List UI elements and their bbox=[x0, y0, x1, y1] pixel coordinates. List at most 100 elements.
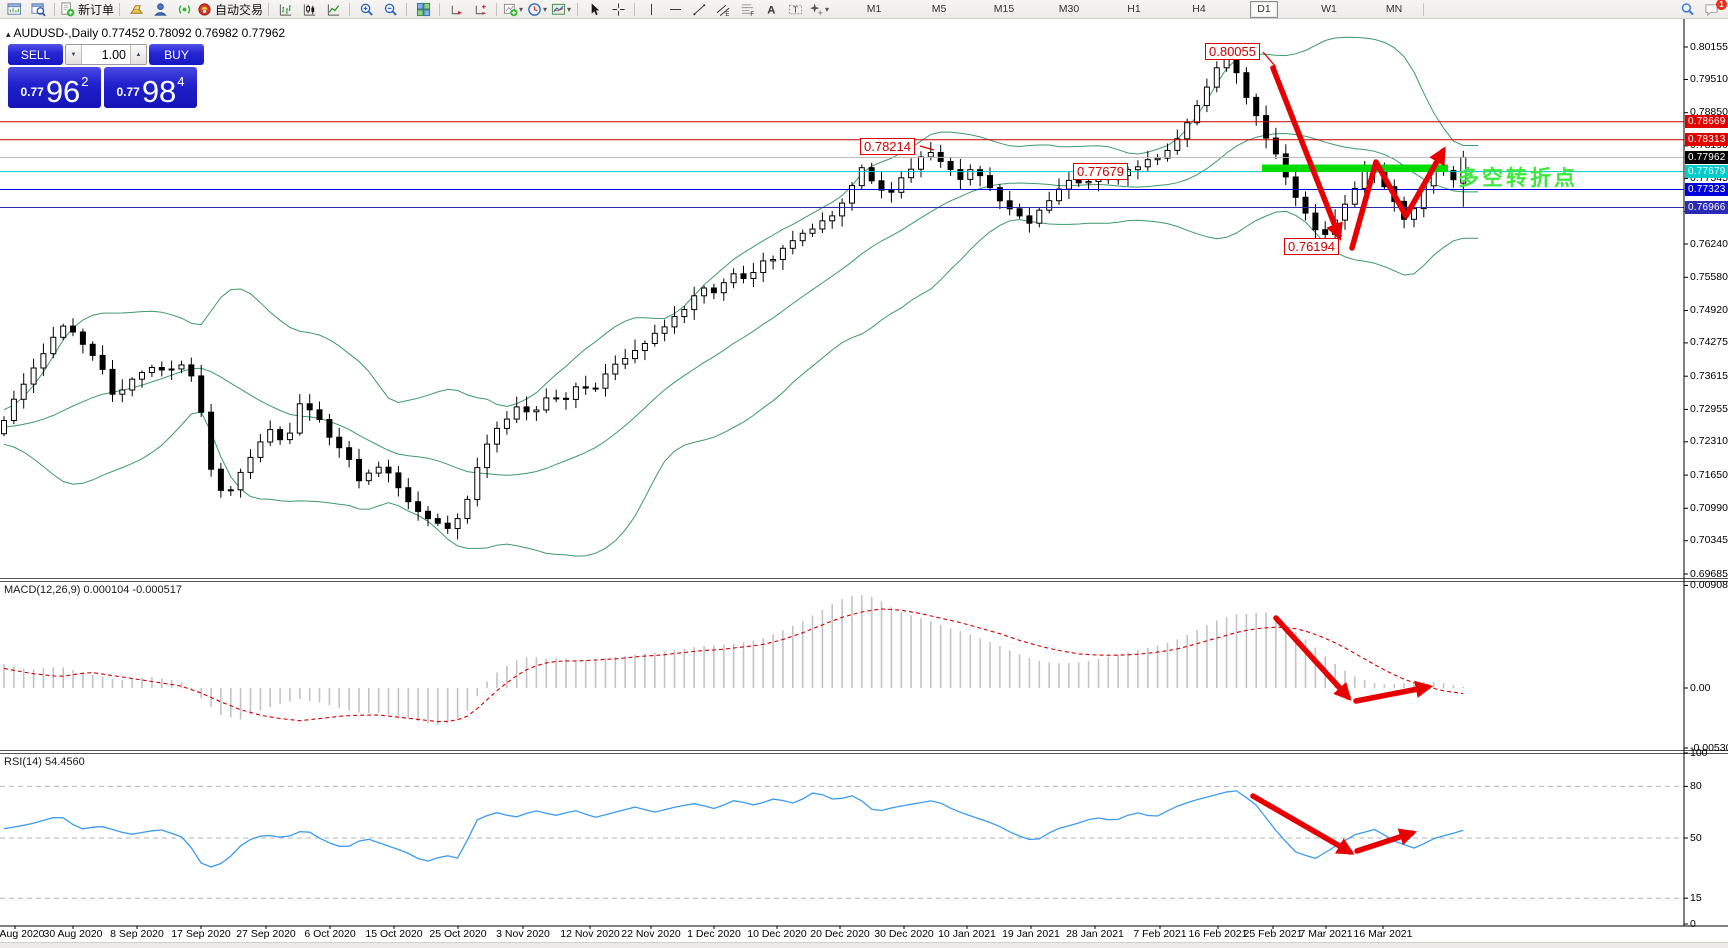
toolbar-separator bbox=[406, 3, 407, 16]
new-order-icon[interactable]: 新订单 bbox=[59, 1, 115, 17]
zoom-in-icon[interactable] bbox=[354, 1, 378, 17]
sell-price-tile[interactable]: 0.77962 bbox=[8, 67, 101, 108]
timeframe-W1[interactable]: W1 bbox=[1315, 1, 1343, 18]
axis-tick-label: 0.009081 bbox=[1690, 579, 1728, 591]
volume-input[interactable]: 1.00 bbox=[82, 45, 130, 64]
volume-decrease-button[interactable]: ▼ bbox=[66, 45, 82, 64]
signal-icon[interactable] bbox=[172, 1, 196, 17]
axis-tick-label: 0.74275 bbox=[1690, 336, 1728, 348]
date-label: 10 Jan 2021 bbox=[938, 928, 996, 940]
trend-arrow bbox=[1253, 796, 1350, 852]
cursor-icon[interactable] bbox=[582, 1, 606, 17]
axis-tick-label: 0.74920 bbox=[1690, 304, 1728, 316]
collapse-icon[interactable]: ▴ bbox=[6, 29, 11, 39]
toolbar-separator bbox=[349, 3, 350, 16]
toolbar-separator bbox=[577, 3, 578, 16]
toolbar-separator bbox=[634, 3, 635, 16]
date-label: 20 Dec 2020 bbox=[810, 928, 870, 940]
chevron-down-icon: ▾ bbox=[543, 5, 547, 14]
tile-windows-icon[interactable] bbox=[411, 1, 435, 17]
chart-annotation[interactable]: 多空转折点 bbox=[1458, 162, 1578, 192]
axis-tick-label: 0.71650 bbox=[1690, 469, 1728, 481]
timeframe-MN[interactable]: MN bbox=[1380, 1, 1408, 18]
toolbar-button-label: 新订单 bbox=[78, 1, 114, 18]
axis-tick-label: 50 bbox=[1690, 832, 1702, 844]
date-label: 17 Sep 2020 bbox=[171, 928, 231, 940]
axis-tick-label: 0.72955 bbox=[1690, 403, 1728, 415]
timeframe-H4[interactable]: H4 bbox=[1185, 1, 1213, 18]
buy-button[interactable]: BUY bbox=[149, 44, 204, 65]
date-label: 16 Feb 2021 bbox=[1189, 928, 1248, 940]
buy-price-tile[interactable]: 0.77984 bbox=[104, 67, 197, 108]
axis-tick-label: 0 bbox=[1690, 918, 1696, 930]
volume-stepper: ▼ 1.00 ▲ bbox=[65, 44, 147, 65]
gold-icon[interactable] bbox=[124, 1, 148, 17]
zoom-out-icon[interactable] bbox=[378, 1, 402, 17]
price-level-badge: 0.78669 bbox=[1685, 115, 1728, 128]
template-icon[interactable]: ▾ bbox=[549, 1, 573, 17]
shapes-icon[interactable]: ▾ bbox=[807, 1, 831, 17]
text-label-icon[interactable]: T bbox=[783, 1, 807, 17]
timeframe-bar: M1 M5 M15 M30 H1 H4 D1 W1 MN bbox=[860, 1, 1428, 17]
bollinger-band bbox=[4, 37, 1478, 409]
svg-text:T: T bbox=[792, 4, 797, 14]
chevron-down-icon: ▾ bbox=[519, 5, 523, 14]
rsi-line bbox=[4, 791, 1463, 867]
one-click-trading-panel: SELL ▼ 1.00 ▲ BUY 0.77962 0.77984 bbox=[8, 44, 204, 108]
price-callout[interactable]: 0.77679 bbox=[1073, 163, 1128, 180]
profile-icon[interactable] bbox=[148, 1, 172, 17]
buy-price-big: 98 bbox=[142, 78, 176, 105]
crosshair-icon[interactable] bbox=[606, 1, 630, 17]
date-label: 27 Sep 2020 bbox=[236, 928, 296, 940]
sell-button[interactable]: SELL bbox=[8, 44, 63, 65]
timeframe-M1[interactable]: M1 bbox=[860, 1, 888, 18]
line-chart-icon[interactable] bbox=[321, 1, 345, 17]
search-icon[interactable] bbox=[1675, 1, 1699, 17]
date-label: 12 Nov 2020 bbox=[560, 928, 620, 940]
axis-tick-label: 80 bbox=[1690, 780, 1702, 792]
date-label: 7 Mar 2021 bbox=[1299, 928, 1352, 940]
chart-shift-icon[interactable] bbox=[468, 1, 492, 17]
candle-chart-icon[interactable] bbox=[297, 1, 321, 17]
price-callout[interactable]: 0.80055 bbox=[1205, 43, 1260, 60]
price-callout[interactable]: 0.76194 bbox=[1284, 238, 1339, 255]
bar-chart-icon[interactable] bbox=[273, 1, 297, 17]
date-label: 6 Oct 2020 bbox=[304, 928, 355, 940]
timeframe-M15[interactable]: M15 bbox=[990, 1, 1018, 18]
fibonacci-icon[interactable]: F bbox=[735, 1, 759, 17]
timeframe-M5[interactable]: M5 bbox=[925, 1, 953, 18]
window-edge bbox=[0, 942, 1728, 948]
toolbar-button-label: 自动交易 bbox=[215, 1, 263, 18]
auto-arrange-icon[interactable] bbox=[444, 1, 468, 17]
timeframe-D1[interactable]: D1 bbox=[1250, 1, 1278, 18]
date-label: 1 Dec 2020 bbox=[687, 928, 741, 940]
axis-tick-label: 100 bbox=[1690, 747, 1708, 759]
text-icon[interactable]: A bbox=[759, 1, 783, 17]
toolbar-separator bbox=[268, 3, 269, 16]
horizontal-line-icon[interactable] bbox=[663, 1, 687, 17]
vertical-line-icon[interactable] bbox=[639, 1, 663, 17]
chat-icon[interactable]: 1 bbox=[1699, 1, 1723, 17]
channel-icon[interactable]: E bbox=[711, 1, 735, 17]
timeframe-H1[interactable]: H1 bbox=[1120, 1, 1148, 18]
date-label: 19 Jan 2021 bbox=[1002, 928, 1060, 940]
axis-tick-label: 0.00 bbox=[1690, 682, 1710, 694]
buy-price-small: 0.77 bbox=[116, 85, 139, 99]
trendline-icon[interactable] bbox=[687, 1, 711, 17]
date-label: 30 Aug 2020 bbox=[44, 928, 103, 940]
add-indicator-icon[interactable]: ▾ bbox=[501, 1, 525, 17]
price-callout[interactable]: 0.78214 bbox=[860, 138, 915, 155]
volume-increase-button[interactable]: ▲ bbox=[130, 45, 146, 64]
date-label: 16 Mar 2021 bbox=[1354, 928, 1413, 940]
notification-badge: 1 bbox=[1716, 0, 1727, 10]
bollinger-band bbox=[4, 211, 1478, 556]
autotrading-icon[interactable]: 自动交易 bbox=[196, 1, 264, 17]
axis-tick-label: 0.76240 bbox=[1690, 238, 1728, 250]
timeframe-M30[interactable]: M30 bbox=[1055, 1, 1083, 18]
axis-tick-label: 0.80155 bbox=[1690, 41, 1728, 53]
trend-arrow bbox=[1356, 687, 1428, 701]
chart-search-icon[interactable] bbox=[26, 1, 50, 17]
period-icon[interactable]: ▾ bbox=[525, 1, 549, 17]
chart-window-icon[interactable] bbox=[2, 1, 26, 17]
date-label: 15 Oct 2020 bbox=[365, 928, 422, 940]
